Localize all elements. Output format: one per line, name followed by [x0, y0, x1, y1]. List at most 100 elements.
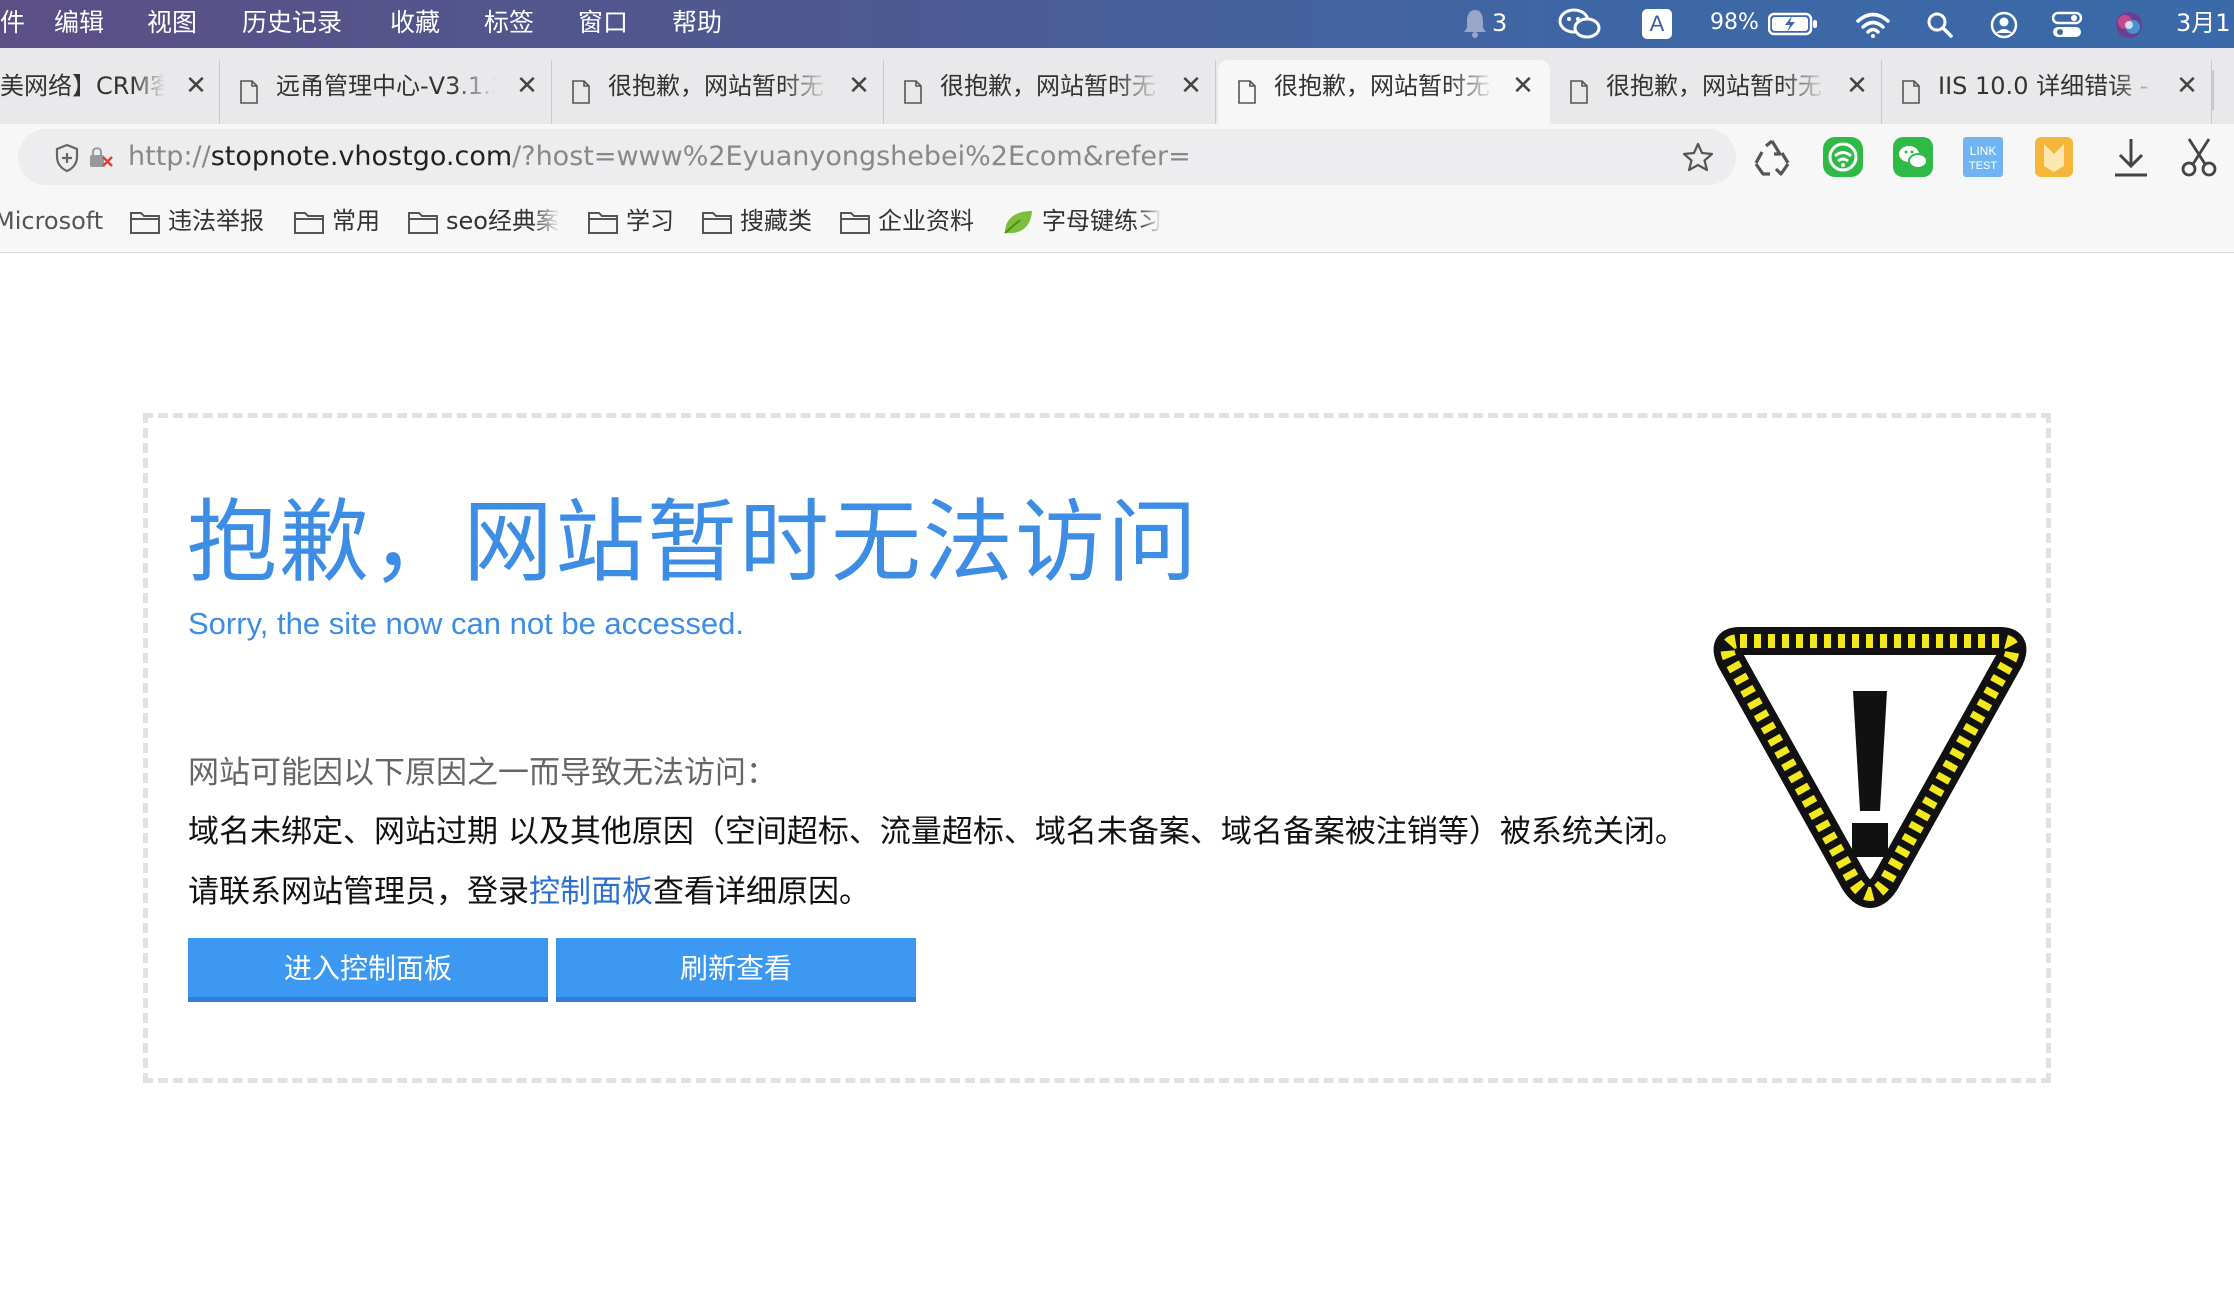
menu-favorites[interactable]: 收藏 — [390, 0, 440, 48]
tab-title: 美网络】CRM客 — [0, 72, 165, 100]
download-icon[interactable] — [2112, 136, 2150, 178]
notification-bell-icon[interactable] — [1462, 8, 1488, 38]
spotlight-search-icon[interactable] — [1926, 11, 1954, 39]
control-panel-link[interactable]: 控制面板 — [529, 874, 653, 910]
wechat-extension-icon[interactable] — [1892, 136, 1934, 178]
honey-extension-icon[interactable] — [2034, 136, 2074, 178]
folder-icon — [130, 212, 160, 234]
document-icon — [1238, 80, 1256, 104]
address-bar[interactable]: http://stopnote.vhostgo.com/?host=www%2E… — [18, 129, 1736, 185]
contact-prefix: 请联系网站管理员，登录 — [188, 874, 529, 910]
control-center-icon[interactable] — [2052, 11, 2082, 39]
tab-title: IIS 10.0 详细错误 - 4 — [1938, 72, 2158, 100]
menu-window[interactable]: 窗口 — [578, 0, 628, 48]
tab-iis-error[interactable]: IIS 10.0 详细错误 - 4 ✕ — [1882, 60, 2212, 124]
bookmark-label: 常用 — [332, 207, 380, 235]
enter-control-panel-button[interactable]: 进入控制面板 — [188, 938, 548, 1002]
folder-icon — [294, 212, 324, 234]
url-text[interactable]: http://stopnote.vhostgo.com/?host=www%2E… — [128, 129, 1191, 185]
tab-title: 远甬管理中心-V3.1.2 — [276, 72, 496, 100]
leaf-icon — [1004, 211, 1032, 234]
bookmark-folder-company[interactable]: 企业资料 — [840, 190, 990, 252]
bookmark-folder-collections[interactable]: 搜藏类 — [702, 190, 822, 252]
bookmark-folder-report[interactable]: 违法举报 — [130, 190, 280, 252]
menu-file[interactable]: 件 — [0, 0, 25, 48]
bookmark-microsoft[interactable]: Microsoft — [0, 190, 110, 252]
tab-title: 很抱歉，网站暂时无法 — [1606, 72, 1826, 100]
menu-help[interactable]: 帮助 — [672, 0, 722, 48]
page-subtitle: Sorry, the site now can not be accessed. — [188, 606, 745, 641]
page-title: 抱歉，网站暂时无法访问 — [187, 490, 1199, 595]
menubar-date: 3月1 — [2176, 9, 2231, 37]
tab-close-icon[interactable]: ✕ — [844, 60, 874, 112]
tab-close-icon[interactable]: ✕ — [181, 60, 211, 112]
contact-suffix: 查看详细原因。 — [653, 874, 870, 910]
refresh-button[interactable]: 刷新查看 — [556, 938, 916, 1002]
contact-text: 请联系网站管理员，登录控制面板查看详细原因。 — [188, 866, 870, 911]
bookmark-folder-seo[interactable]: seo经典案 — [408, 190, 558, 252]
scissors-icon[interactable] — [2180, 136, 2218, 178]
notification-count: 3 — [1492, 9, 1508, 37]
folder-icon — [408, 212, 438, 234]
document-icon — [240, 80, 258, 104]
menu-edit[interactable]: 编辑 — [54, 0, 104, 48]
menu-view[interactable]: 视图 — [147, 0, 197, 48]
shield-icon[interactable] — [54, 143, 80, 173]
bookmark-label: 企业资料 — [878, 207, 974, 235]
document-icon — [1570, 80, 1588, 104]
bookmark-label: 搜藏类 — [740, 207, 812, 235]
svg-text:TEST: TEST — [1969, 160, 1997, 172]
tab-site-unavailable-2[interactable]: 很抱歉，网站暂时无法 ✕ — [884, 60, 1216, 124]
wifi-share-extension-icon[interactable] — [1822, 136, 1864, 178]
tab-close-icon[interactable]: ✕ — [1842, 60, 1872, 112]
input-method-indicator[interactable]: A — [1642, 9, 1672, 39]
bookmark-label: 学习 — [626, 207, 674, 235]
tab-close-icon[interactable]: ✕ — [1176, 60, 1206, 112]
warning-sign-icon — [1700, 601, 2040, 921]
tab-crm[interactable]: 美网络】CRM客 ✕ — [0, 60, 220, 124]
battery-percent: 98% — [1710, 10, 1759, 35]
folder-icon — [588, 212, 618, 234]
svg-text:LINK: LINK — [1970, 144, 1997, 158]
folder-icon — [840, 212, 870, 234]
bookmark-label: 字母键练习 — [1042, 207, 1162, 235]
tab-strip: 美网络】CRM客 ✕ 远甬管理中心-V3.1.2 ✕ 很抱歉，网站暂时无法 ✕ … — [0, 48, 2234, 124]
tab-site-unavailable-3[interactable]: 很抱歉，网站暂时无法 ✕ — [1550, 60, 1882, 124]
user-account-icon[interactable] — [1990, 11, 2018, 39]
url-path: /?host=www%2Eyuanyongshebei%2Ecom&refer= — [512, 141, 1191, 172]
menu-bar: 件 编辑 视图 历史记录 收藏 标签 窗口 帮助 3 A 98% 3月1 — [0, 0, 2234, 48]
tab-site-unavailable-active[interactable]: 很抱歉，网站暂时无法 ✕ — [1218, 60, 1550, 124]
document-icon — [1902, 80, 1920, 104]
link-test-icon[interactable]: LINK TEST — [1962, 136, 2004, 178]
page-content: 抱歉，网站暂时无法访问 Sorry, the site now can not … — [0, 253, 2234, 1302]
bookmark-label: Microsoft — [0, 207, 104, 235]
insecure-lock-icon[interactable] — [88, 145, 114, 171]
menu-tabs[interactable]: 标签 — [484, 0, 534, 48]
tab-management-center[interactable]: 远甬管理中心-V3.1.2 ✕ — [220, 60, 552, 124]
url-host: stopnote.vhostgo.com — [210, 141, 513, 172]
bookmark-folder-study[interactable]: 学习 — [588, 190, 674, 252]
bookmark-label: seo经典案 — [446, 207, 558, 235]
folder-icon — [702, 212, 732, 234]
bookmark-label: 违法举报 — [168, 207, 264, 235]
bookmark-typing-practice[interactable]: 字母键练习 — [1002, 190, 1172, 252]
wifi-icon[interactable] — [1856, 12, 1890, 38]
document-icon — [572, 80, 590, 104]
document-icon — [904, 80, 922, 104]
reason-intro-text: 网站可能因以下原因之一而导致无法访问： — [188, 755, 777, 791]
reason-detail-text: 域名未绑定、网站过期 以及其他原因（空间超标、流量超标、域名未备案、域名备案被注… — [188, 814, 1686, 850]
tab-close-icon[interactable]: ✕ — [1508, 60, 1538, 112]
bookmark-star-icon[interactable] — [1682, 142, 1714, 172]
siri-icon[interactable] — [2114, 10, 2144, 40]
tab-site-unavailable-1[interactable]: 很抱歉，网站暂时无法 ✕ — [552, 60, 884, 124]
recycle-icon[interactable] — [1752, 138, 1792, 176]
wechat-icon[interactable] — [1558, 8, 1602, 40]
bookmark-folder-common[interactable]: 常用 — [294, 190, 380, 252]
tab-title: 很抱歉，网站暂时无法 — [608, 72, 828, 100]
tab-close-icon[interactable]: ✕ — [2172, 60, 2202, 112]
toolbar: http://stopnote.vhostgo.com/?host=www%2E… — [0, 124, 2234, 190]
tab-overflow[interactable] — [2212, 70, 2234, 110]
menu-history[interactable]: 历史记录 — [242, 0, 342, 48]
tab-close-icon[interactable]: ✕ — [512, 60, 542, 112]
battery-icon[interactable] — [1768, 12, 1818, 36]
